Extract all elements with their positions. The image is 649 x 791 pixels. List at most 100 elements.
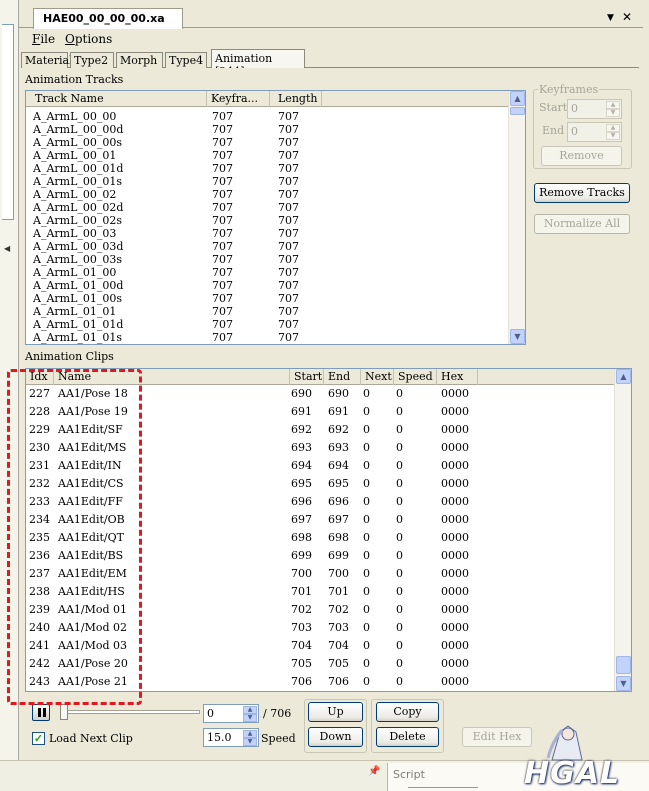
table-row[interactable]: A_ArmL_00_03d 707 707: [26, 240, 509, 253]
clip-idx-cell: 237: [29, 567, 50, 580]
animation-clips-list[interactable]: Idx Name Start End Next Speed Hex 227 AA1…: [25, 368, 632, 692]
table-row[interactable]: A_ArmL_00_01s 707 707: [26, 175, 509, 188]
close-icon[interactable]: ✕: [622, 10, 632, 24]
table-row[interactable]: 243 AA1/Pose 21 706 706 0 0 0000: [26, 675, 615, 691]
clip-speed-cell: 0: [396, 531, 403, 544]
table-row[interactable]: 229 AA1Edit/SF 692 692 0 0 0000: [26, 423, 615, 439]
tracks-scroll-thumb[interactable]: [510, 107, 525, 115]
table-row[interactable]: A_ArmL_00_02s 707 707: [26, 214, 509, 227]
clips-header-next[interactable]: Next: [361, 369, 394, 385]
track-length-cell: 707: [278, 110, 299, 123]
remove-tracks-button[interactable]: Remove Tracks: [534, 183, 630, 203]
animation-tracks-list[interactable]: Track Name Keyfra... Length A_ArmL_00_00…: [25, 90, 526, 345]
table-row[interactable]: 228 AA1/Pose 19 691 691 0 0 0000: [26, 405, 615, 421]
delete-button[interactable]: Delete: [376, 727, 439, 747]
table-row[interactable]: 233 AA1Edit/FF 696 696 0 0 0000: [26, 495, 615, 511]
pin-icon[interactable]: 📌: [368, 766, 380, 777]
table-row[interactable]: A_ArmL_00_02 707 707: [26, 188, 509, 201]
tab-type2[interactable]: Type2: [70, 52, 114, 68]
keyframes-remove-button[interactable]: Remove: [541, 146, 622, 166]
table-row[interactable]: 237 AA1Edit/EM 700 700 0 0 0000: [26, 567, 615, 583]
track-keyframes-cell: 707: [212, 201, 233, 214]
spin-up-icon[interactable]: ▲: [243, 730, 257, 738]
left-panel-arrow-icon[interactable]: ◀: [4, 244, 10, 253]
table-row[interactable]: A_ArmL_00_01d 707 707: [26, 162, 509, 175]
table-row[interactable]: 232 AA1Edit/CS 695 695 0 0 0000: [26, 477, 615, 493]
table-row[interactable]: A_ArmL_00_00s 707 707: [26, 136, 509, 149]
tracks-header-length[interactable]: Length: [270, 91, 322, 107]
tab-material[interactable]: Material: [21, 52, 73, 68]
table-row[interactable]: 242 AA1/Pose 20 705 705 0 0 0000: [26, 657, 615, 673]
table-row[interactable]: 227 AA1/Pose 18 690 690 0 0 0000: [26, 387, 615, 403]
table-row[interactable]: 231 AA1Edit/IN 694 694 0 0 0000: [26, 459, 615, 475]
table-row[interactable]: A_ArmL_00_03 707 707: [26, 227, 509, 240]
table-row[interactable]: A_ArmL_01_00s 707 707: [26, 292, 509, 305]
frame-input[interactable]: 0 ▲ ▼: [203, 704, 259, 723]
table-row[interactable]: A_ArmL_01_01 707 707: [26, 305, 509, 318]
scroll-up-icon[interactable]: ▲: [510, 91, 525, 106]
clips-scrollbar[interactable]: ▲ ▼: [614, 369, 631, 691]
clips-header-start[interactable]: Start: [290, 369, 324, 385]
table-row[interactable]: A_ArmL_01_01s 707 707: [26, 331, 509, 344]
table-row[interactable]: 240 AA1/Mod 02 703 703 0 0 0000: [26, 621, 615, 637]
scroll-down-icon[interactable]: ▼: [616, 676, 631, 691]
track-keyframes-cell: 707: [212, 110, 233, 123]
table-row[interactable]: 241 AA1/Mod 03 704 704 0 0 0000: [26, 639, 615, 655]
clip-name-cell: AA1/Pose 19: [58, 405, 128, 418]
clips-header-idx[interactable]: Idx: [26, 369, 54, 385]
tracks-header-keyframes[interactable]: Keyfra...: [207, 91, 270, 107]
table-row[interactable]: A_ArmL_00_02d 707 707: [26, 201, 509, 214]
clips-header-hex[interactable]: Hex: [437, 369, 478, 385]
spin-down-icon[interactable]: ▼: [243, 714, 257, 722]
frame-slider-track[interactable]: [61, 710, 200, 714]
spin-down-icon[interactable]: ▼: [243, 738, 257, 746]
document-tab[interactable]: HAE00_00_00_00.xa: [33, 8, 183, 29]
tab-type4[interactable]: Type4: [165, 52, 207, 68]
table-row[interactable]: A_ArmL_00_00 707 707: [26, 110, 509, 123]
clip-name-cell: AA1/Pose 21: [58, 675, 128, 688]
frame-slider-thumb[interactable]: [60, 704, 68, 720]
tab-morph[interactable]: Morph: [116, 52, 163, 68]
tracks-header-name[interactable]: Track Name: [26, 91, 207, 107]
tab-animation[interactable]: Animation [244]: [211, 49, 305, 78]
down-button[interactable]: Down: [308, 727, 363, 747]
table-row[interactable]: 239 AA1/Mod 01 702 702 0 0 0000: [26, 603, 615, 619]
clip-end-cell: 705: [328, 657, 349, 670]
table-row[interactable]: 238 AA1Edit/HS 701 701 0 0 0000: [26, 585, 615, 601]
scroll-up-icon[interactable]: ▲: [616, 369, 631, 384]
track-name-cell: A_ArmL_00_00d: [33, 123, 124, 136]
table-row[interactable]: A_ArmL_01_00d 707 707: [26, 279, 509, 292]
table-row[interactable]: 234 AA1Edit/OB 697 697 0 0 0000: [26, 513, 615, 529]
pause-icon[interactable]: [32, 704, 50, 721]
tracks-scrollbar[interactable]: ▲ ▼: [508, 91, 525, 344]
clips-scroll-thumb[interactable]: [616, 656, 631, 674]
clips-header-name[interactable]: Name: [54, 369, 290, 385]
load-next-clip-checkbox[interactable]: ✓: [32, 732, 45, 745]
table-row[interactable]: A_ArmL_01_00 707 707: [26, 266, 509, 279]
normalize-all-button[interactable]: Normalize All: [534, 214, 630, 234]
speed-input[interactable]: 15.0 ▲ ▼: [203, 728, 259, 747]
clip-end-cell: 700: [328, 567, 349, 580]
menu-options[interactable]: Options: [65, 32, 112, 46]
table-row[interactable]: A_ArmL_00_00d 707 707: [26, 123, 509, 136]
menu-file[interactable]: File: [32, 32, 55, 46]
track-name-cell: A_ArmL_00_02s: [33, 214, 123, 227]
scroll-down-icon[interactable]: ▼: [510, 329, 525, 344]
clip-start-cell: 702: [291, 603, 312, 616]
track-length-cell: 707: [278, 162, 299, 175]
clip-end-cell: 695: [328, 477, 349, 490]
table-row[interactable]: 235 AA1Edit/QT 698 698 0 0 0000: [26, 531, 615, 547]
table-row[interactable]: A_ArmL_01_01d 707 707: [26, 318, 509, 331]
dropdown-icon[interactable]: ▼: [607, 13, 614, 23]
table-row[interactable]: A_ArmL_00_01 707 707: [26, 149, 509, 162]
table-row[interactable]: A_ArmL_00_03s 707 707: [26, 253, 509, 266]
spin-up-icon: ▲: [606, 124, 620, 132]
table-row[interactable]: 236 AA1Edit/BS 699 699 0 0 0000: [26, 549, 615, 565]
table-row[interactable]: 230 AA1Edit/MS 693 693 0 0 0000: [26, 441, 615, 457]
copy-button[interactable]: Copy: [376, 702, 439, 722]
clips-header-speed[interactable]: Speed: [394, 369, 437, 385]
up-button[interactable]: Up: [308, 702, 363, 722]
clips-header-end[interactable]: End: [324, 369, 361, 385]
track-name-cell: A_ArmL_00_00s: [33, 136, 123, 149]
spin-up-icon[interactable]: ▲: [243, 706, 257, 714]
